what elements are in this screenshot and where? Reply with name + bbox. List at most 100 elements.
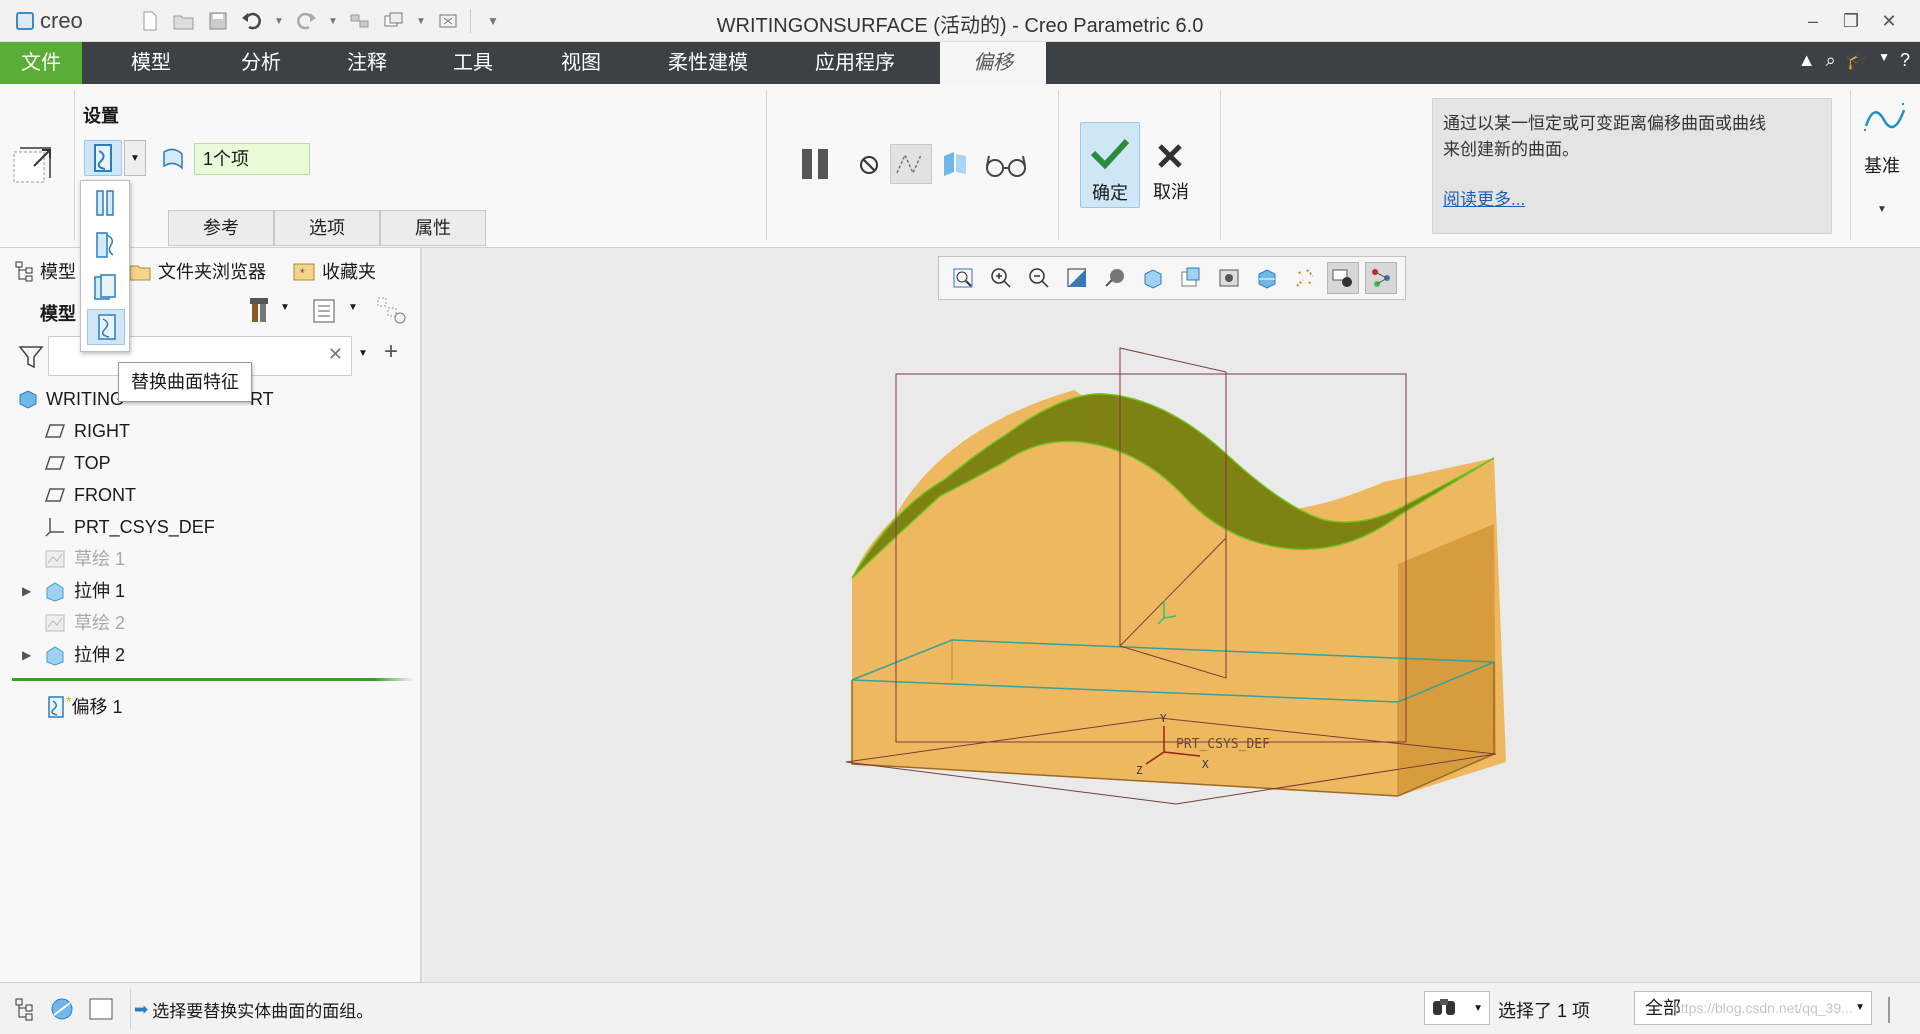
- find-button[interactable]: ▼: [1424, 991, 1490, 1025]
- tree-item-front[interactable]: FRONT: [44, 480, 136, 510]
- toggle-navigator-icon[interactable]: [12, 995, 40, 1023]
- expand-arrow-icon[interactable]: ▶: [22, 640, 44, 670]
- ok-button[interactable]: 确定: [1080, 122, 1140, 208]
- draft-offset-option[interactable]: [87, 269, 125, 305]
- add-filter-icon[interactable]: +: [384, 338, 398, 366]
- ribbon-separator: [766, 90, 767, 240]
- feature-preview-icon[interactable]: [940, 148, 972, 180]
- replace-surface-option[interactable]: [87, 309, 125, 345]
- standard-offset-option[interactable]: [87, 185, 125, 221]
- navigator-tab-folder-browser[interactable]: 文件夹浏览器: [128, 258, 266, 284]
- undo-dropdown-icon[interactable]: ▼: [272, 8, 286, 34]
- tree-item-sketch2[interactable]: 草绘 2: [44, 608, 125, 638]
- tab-applications[interactable]: 应用程序: [796, 42, 914, 84]
- tree-filter-grid-icon[interactable]: [376, 296, 408, 326]
- show-list-icon[interactable]: [310, 296, 338, 326]
- windows-icon[interactable]: [380, 8, 408, 34]
- search-icon[interactable]: ⌕: [1826, 50, 1836, 71]
- show-dropdown-icon[interactable]: ▼: [348, 302, 358, 313]
- close-window-icon[interactable]: [434, 8, 462, 34]
- pause-icon[interactable]: [800, 146, 836, 182]
- minimize-button[interactable]: –: [1796, 6, 1830, 36]
- subtab-references[interactable]: 参考: [168, 210, 274, 246]
- expand-arrow-icon[interactable]: ▶: [22, 576, 44, 606]
- saved-orientations-icon[interactable]: [1137, 262, 1169, 294]
- navigator-tab-favorites[interactable]: * 收藏夹: [292, 258, 376, 284]
- navigator-tab-model-tree[interactable]: 模型: [14, 258, 76, 284]
- undo-icon[interactable]: [238, 8, 266, 34]
- geometry-preview-button[interactable]: [890, 144, 932, 184]
- help-icon[interactable]: ?: [1900, 50, 1910, 71]
- tree-item-csys[interactable]: PRT_CSYS_DEF: [44, 512, 215, 542]
- windows-dropdown-icon[interactable]: ▼: [414, 8, 428, 34]
- view-manager-icon[interactable]: [1175, 262, 1207, 294]
- redo-icon[interactable]: [292, 8, 320, 34]
- model-view[interactable]: Y X Z PRT_CSYS_DEF: [424, 248, 1920, 982]
- settings-dropdown-icon[interactable]: ▼: [280, 302, 290, 313]
- filter-icon[interactable]: [18, 344, 44, 370]
- selection-filter-dropdown[interactable]: 全部 https://blog.csdn.net/qq_39... ▼: [1634, 991, 1872, 1025]
- annotation-display-icon[interactable]: [1327, 262, 1359, 294]
- perspective-icon[interactable]: [1213, 262, 1245, 294]
- new-icon[interactable]: [136, 8, 164, 34]
- clear-search-icon[interactable]: ✕: [328, 344, 343, 365]
- datum-dropdown-icon[interactable]: ▼: [1877, 204, 1887, 215]
- tree-item-extrude1[interactable]: ▶ 拉伸 1: [22, 576, 125, 606]
- zoom-in-icon[interactable]: [985, 262, 1017, 294]
- tree-item-offset1[interactable]: * 偏移 1: [44, 692, 122, 722]
- full-screen-icon[interactable]: [88, 997, 114, 1021]
- restore-button[interactable]: ❐: [1834, 6, 1868, 36]
- tree-label: 拉伸 2: [74, 645, 126, 665]
- tab-model[interactable]: 模型: [110, 42, 192, 84]
- tree-item-right[interactable]: RIGHT: [44, 416, 130, 446]
- expand-offset-option[interactable]: [87, 227, 125, 263]
- search-dropdown-icon[interactable]: ▼: [358, 348, 368, 359]
- verify-glasses-icon[interactable]: [984, 152, 1028, 178]
- offset-type-button[interactable]: [84, 140, 122, 176]
- tab-annotate[interactable]: 注释: [326, 42, 408, 84]
- tree-item-extrude2[interactable]: ▶ 拉伸 2: [22, 640, 125, 670]
- tab-offset[interactable]: 偏移: [940, 42, 1046, 84]
- regenerate-icon[interactable]: [346, 8, 374, 34]
- find-dropdown-icon[interactable]: ▼: [1473, 1003, 1483, 1014]
- dropdown-icon[interactable]: ▼: [1878, 50, 1890, 71]
- repaint-icon[interactable]: [1061, 262, 1093, 294]
- cancel-button[interactable]: 取消: [1142, 122, 1200, 208]
- save-icon[interactable]: [204, 8, 232, 34]
- reference-collector[interactable]: 1个项: [194, 143, 310, 175]
- toggle-browser-icon[interactable]: [48, 995, 76, 1023]
- tab-tools[interactable]: 工具: [432, 42, 514, 84]
- display-style-icon[interactable]: [1099, 262, 1131, 294]
- zoom-out-icon[interactable]: [1023, 262, 1055, 294]
- tree-item-top[interactable]: TOP: [44, 448, 111, 478]
- resize-handle[interactable]: [1888, 997, 1890, 1023]
- section-view-icon[interactable]: [1251, 262, 1283, 294]
- tab-file[interactable]: 文件: [0, 42, 82, 84]
- selection-count[interactable]: 选择了 1 项: [1498, 997, 1590, 1023]
- settings-tools-icon[interactable]: [246, 296, 274, 326]
- model-tree-icon: [15, 261, 33, 282]
- datum-label[interactable]: 基准: [1864, 152, 1900, 178]
- minimize-ribbon-icon[interactable]: ▲: [1798, 50, 1816, 71]
- no-preview-icon[interactable]: [856, 152, 882, 178]
- learn-more-link[interactable]: 阅读更多...: [1443, 185, 1821, 210]
- spin-center-icon[interactable]: [1365, 262, 1397, 294]
- close-button[interactable]: ✕: [1872, 6, 1906, 36]
- tab-analysis[interactable]: 分析: [220, 42, 302, 84]
- datum-display-icon[interactable]: [1289, 262, 1321, 294]
- subtab-options[interactable]: 选项: [274, 210, 380, 246]
- graphics-window[interactable]: Y X Z PRT_CSYS_DEF: [424, 248, 1920, 982]
- tab-flexible-modeling[interactable]: 柔性建模: [650, 42, 766, 84]
- insert-indicator[interactable]: [12, 678, 414, 681]
- datum-curve-icon[interactable]: [1860, 96, 1910, 146]
- redo-dropdown-icon[interactable]: ▼: [326, 8, 340, 34]
- customize-icon[interactable]: ▼: [479, 8, 507, 34]
- offset-type-dropdown-icon[interactable]: ▼: [124, 140, 146, 176]
- offset-feature-icon: [44, 696, 66, 718]
- tab-view[interactable]: 视图: [540, 42, 622, 84]
- learning-icon[interactable]: 🎓: [1846, 50, 1868, 71]
- subtab-properties[interactable]: 属性: [380, 210, 486, 246]
- refit-icon[interactable]: [947, 262, 979, 294]
- tree-item-sketch1[interactable]: 草绘 1: [44, 544, 125, 574]
- open-icon[interactable]: [170, 8, 198, 34]
